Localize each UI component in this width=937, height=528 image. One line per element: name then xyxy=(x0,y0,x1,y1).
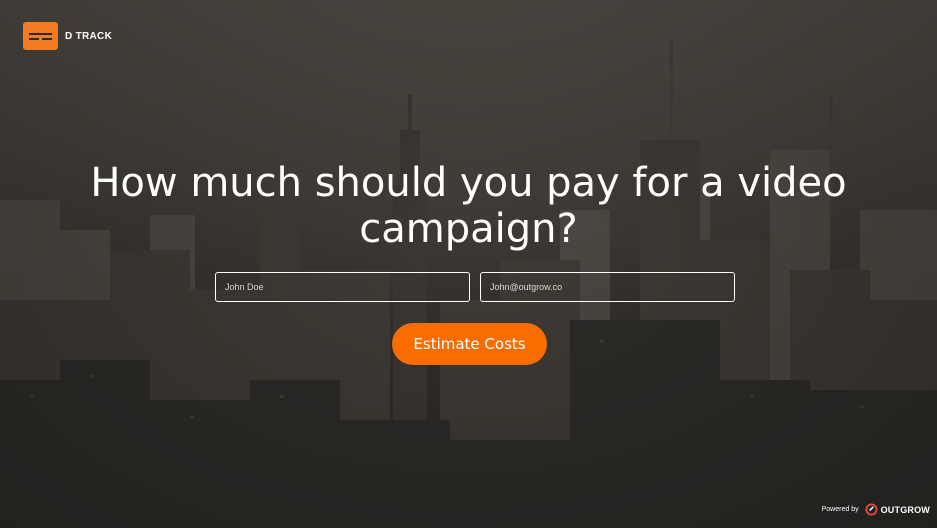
estimate-costs-button[interactable]: Estimate Costs xyxy=(392,323,547,365)
name-input[interactable] xyxy=(215,272,470,302)
outgrow-brand: OUTGROW xyxy=(880,504,930,515)
page-headline: How much should you pay for a video camp… xyxy=(90,160,847,252)
background-overlay xyxy=(0,0,937,528)
brand-logo[interactable]: D TRACK xyxy=(23,22,112,50)
email-input[interactable] xyxy=(480,272,735,302)
logo-text: D TRACK xyxy=(65,30,113,42)
outgrow-icon xyxy=(865,503,878,516)
dtrack-logo-icon xyxy=(23,22,58,50)
powered-by-badge[interactable]: Powered by OUTGROW xyxy=(822,503,930,516)
powered-by-label: Powered by xyxy=(821,506,859,513)
